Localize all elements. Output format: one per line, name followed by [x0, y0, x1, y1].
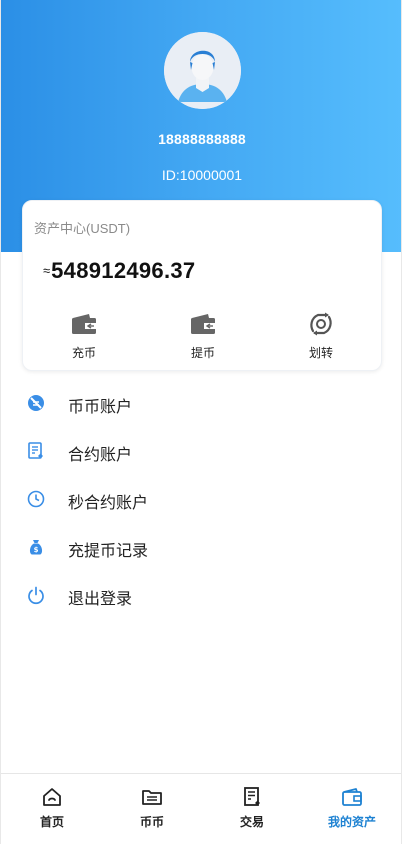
asset-center-title: 资产中心(USDT) — [34, 221, 131, 236]
wallet-icon — [341, 786, 363, 808]
svg-text:$: $ — [34, 546, 39, 554]
menu-logout-label: 退出登录 — [68, 591, 133, 608]
menu-records-label: 充提币记录 — [68, 543, 149, 560]
approx-symbol: ≈ — [43, 263, 51, 278]
menu-contract-account-label: 合约账户 — [68, 447, 133, 464]
tab-trade[interactable]: 交易 — [202, 786, 302, 830]
withdraw-button[interactable]: 提币 — [163, 311, 243, 361]
avatar[interactable] — [164, 32, 241, 109]
transfer-label: 划转 — [308, 346, 333, 360]
deposit-label: 充币 — [71, 346, 96, 360]
asset-center-card: 资产中心(USDT) ≈548912496.37 充币 提币 划转 — [22, 200, 382, 371]
power-icon — [26, 585, 46, 605]
app-screen: 18888888888 ID:10000001 资产中心(USDT) ≈5489… — [0, 0, 402, 844]
balance-amount: 548912496.37 — [51, 258, 196, 283]
total-balance: ≈548912496.37 — [43, 258, 195, 284]
clock-icon — [26, 489, 46, 509]
tab-my-assets[interactable]: 我的资产 — [302, 786, 401, 830]
trade-doc-icon — [241, 786, 263, 808]
tab-my-assets-label: 我的资产 — [327, 815, 376, 829]
phone-number: 18888888888 — [158, 131, 246, 147]
withdraw-label: 提币 — [190, 346, 215, 360]
contract-account-icon — [26, 441, 46, 461]
tab-trade-label: 交易 — [239, 815, 264, 829]
wallet-deposit-icon — [71, 311, 97, 337]
menu-logout[interactable]: 退出登录 — [1, 575, 401, 615]
menu-spot-account-label: 币币账户 — [68, 399, 133, 416]
menu-second-contract-label: 秒合约账户 — [68, 495, 149, 512]
bottom-tab-bar: 首页 币币 交易 我的资产 — [1, 773, 401, 844]
tab-spot[interactable]: 币币 — [102, 786, 202, 830]
home-icon — [41, 786, 63, 808]
tab-home[interactable]: 首页 — [2, 786, 102, 830]
transfer-icon — [308, 311, 334, 337]
menu-deposit-withdraw-records[interactable]: $ 充提币记录 — [1, 527, 401, 567]
tab-spot-label: 币币 — [139, 815, 164, 829]
transfer-button[interactable]: 划转 — [281, 311, 361, 361]
tab-home-label: 首页 — [39, 815, 64, 829]
spot-account-icon — [26, 393, 46, 413]
menu-spot-account[interactable]: 币币账户 — [1, 383, 401, 423]
folder-icon — [141, 786, 163, 808]
deposit-button[interactable]: 充币 — [44, 311, 124, 361]
money-bag-icon: $ — [26, 537, 46, 557]
menu-second-contract-account[interactable]: 秒合约账户 — [1, 479, 401, 519]
user-id: ID:10000001 — [161, 167, 243, 183]
wallet-withdraw-icon — [190, 311, 216, 337]
menu-contract-account[interactable]: 合约账户 — [1, 431, 401, 471]
